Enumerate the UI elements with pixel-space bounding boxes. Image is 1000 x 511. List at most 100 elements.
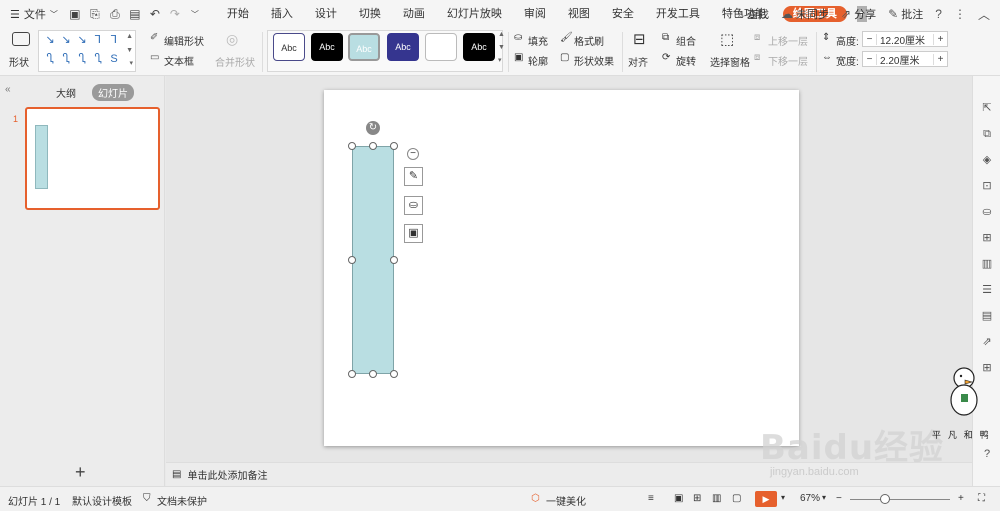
settings-sliders-icon[interactable]: ☰ (979, 282, 995, 298)
print-icon[interactable]: ⎙ (108, 7, 122, 22)
comment-button[interactable]: ✎ 批注 (888, 6, 923, 22)
resize-handle[interactable] (348, 142, 356, 150)
tab-transition[interactable]: 切换 (348, 0, 392, 28)
resize-handle[interactable] (369, 142, 377, 150)
file-menu[interactable]: ☰ 文件 ﹀ (0, 0, 64, 28)
connector-gallery[interactable]: ↘ ↘ ↘ ⅂ ⅂ Ⴂ Ⴂ Ⴂ Ⴂ S ▲ ▼ ▾ (38, 30, 136, 72)
fit-window-icon[interactable]: ⛶ (978, 493, 985, 504)
connector-line-icon[interactable]: ↘ (43, 34, 57, 46)
play-options-icon[interactable]: ▾ (781, 493, 785, 502)
style-swatch-1[interactable]: Abc (273, 33, 305, 61)
height-value[interactable]: 12.20厘米 (877, 32, 933, 47)
help-icon[interactable]: ? (935, 7, 942, 21)
tab-developer[interactable]: 开发工具 (645, 0, 711, 28)
preview-icon[interactable]: ▤ (128, 7, 142, 21)
zoom-out-button[interactable]: − (836, 493, 842, 504)
resize-handle[interactable] (390, 142, 398, 150)
connector-curve-icon[interactable]: Ⴂ (59, 53, 73, 65)
style-scroll-up-icon[interactable]: ▲ (498, 31, 505, 38)
style-swatch-3[interactable]: Abc (348, 33, 380, 61)
tab-start[interactable]: 开始 (216, 0, 260, 28)
help-circle-icon[interactable]: ? (979, 446, 995, 462)
connector-elbow-arrow-icon[interactable]: ⅂ (107, 34, 121, 46)
zoom-options-icon[interactable]: ▾ (822, 493, 826, 502)
style-swatch-5[interactable] (425, 33, 457, 61)
style-swatch-6[interactable]: Abc (463, 33, 495, 61)
height-decrease-button[interactable]: − (863, 33, 877, 45)
style-scroll-down-icon[interactable]: ▼ (498, 44, 505, 51)
width-decrease-button[interactable]: − (863, 53, 877, 65)
style-expand-icon[interactable]: ▾ (498, 56, 502, 64)
resize-handle[interactable] (348, 256, 356, 264)
tab-outline[interactable]: 大纲 (50, 84, 82, 101)
pointer-icon[interactable]: ⇱ (979, 100, 995, 116)
width-increase-button[interactable]: + (933, 53, 947, 65)
collapse-panel-icon[interactable]: « (5, 84, 11, 95)
export-icon[interactable]: ⇗ (979, 334, 995, 350)
kebab-icon[interactable]: ⋮ (954, 7, 966, 21)
tab-insert[interactable]: 插入 (260, 0, 304, 28)
width-value[interactable]: 2.20厘米 (877, 52, 933, 67)
reading-view-icon[interactable]: ▥ (712, 493, 721, 504)
connector-double-arrow-icon[interactable]: ↘ (75, 34, 89, 46)
presenter-view-icon[interactable]: ▢ (732, 493, 741, 504)
beautify-button[interactable]: 一键美化 (546, 493, 586, 508)
gallery-expand-icon[interactable]: ▾ (129, 59, 133, 67)
resize-handle[interactable] (369, 370, 377, 378)
resize-handle[interactable] (390, 256, 398, 264)
tab-review[interactable]: 审阅 (513, 0, 557, 28)
save-icon[interactable]: ▣ (68, 7, 82, 21)
connector-arrow-icon[interactable]: ↘ (59, 34, 73, 46)
rotate-handle-icon[interactable]: ↻ (366, 121, 380, 135)
shape-outline-icon[interactable]: ▣ (404, 224, 423, 243)
share-button[interactable]: ⇗ 分享 (841, 6, 876, 22)
style-swatch-2[interactable]: Abc (311, 33, 343, 61)
zoom-slider-track[interactable] (850, 499, 950, 500)
zoom-in-button[interactable]: + (958, 493, 964, 504)
sorter-view-icon[interactable]: ⊞ (693, 493, 701, 504)
crop-icon[interactable]: ⊡ (979, 178, 995, 194)
tab-security[interactable]: 安全 (601, 0, 645, 28)
document-icon[interactable]: ▤ (979, 308, 995, 324)
tab-animation[interactable]: 动画 (392, 0, 436, 28)
grid-icon[interactable]: ⊞ (979, 230, 995, 246)
width-stepper[interactable]: − 2.20厘米 + (862, 51, 948, 67)
add-slide-button[interactable]: + (75, 462, 86, 483)
shapes-icon[interactable]: ◈ (979, 152, 995, 168)
connector-elbow-double-icon[interactable]: Ⴂ (43, 53, 57, 65)
notes-toggle-icon[interactable]: ≡ (648, 493, 654, 504)
height-increase-button[interactable]: + (933, 33, 947, 45)
zoom-slider-handle[interactable] (880, 494, 890, 504)
normal-view-icon[interactable]: ▣ (674, 493, 683, 504)
chart-icon[interactable]: ▥ (979, 256, 995, 272)
tab-view[interactable]: 视图 (557, 0, 601, 28)
export-icon[interactable]: ⎘ (88, 7, 102, 22)
design-template[interactable]: 默认设计模板 (72, 493, 132, 508)
selected-rectangle[interactable] (352, 146, 394, 374)
tab-slideshow[interactable]: 幻灯片放映 (436, 0, 513, 28)
fill-icon[interactable]: ⛀ (979, 204, 995, 220)
collapse-float-toolbar-icon[interactable]: − (407, 148, 419, 160)
line-style-icon[interactable]: ✎ (404, 167, 423, 186)
undo-icon[interactable]: ↶ (148, 7, 162, 21)
shape-button[interactable]: 形状 (6, 28, 36, 76)
connector-curve-double-icon[interactable]: Ⴂ (91, 53, 105, 65)
play-slideshow-button[interactable]: ▶ (755, 491, 777, 507)
gallery-scroll-up-icon[interactable]: ▲ (126, 33, 133, 40)
resize-handle[interactable] (348, 370, 356, 378)
tab-design[interactable]: 设计 (304, 0, 348, 28)
resize-handle[interactable] (390, 370, 398, 378)
protection-status[interactable]: 文档未保护 (157, 493, 207, 508)
redo-icon[interactable]: ↷ (168, 7, 182, 21)
collapse-ribbon-icon[interactable]: ︿ (978, 6, 990, 23)
connector-curve-arrow-icon[interactable]: Ⴂ (75, 53, 89, 65)
more-icon[interactable]: ﹀ (188, 9, 202, 20)
copy-icon[interactable]: ⧉ (979, 126, 995, 142)
sync-button[interactable]: ☁ 未同步 (781, 6, 829, 22)
fill-bucket-icon[interactable]: ⛀ (404, 196, 423, 215)
height-stepper[interactable]: − 12.20厘米 + (862, 31, 948, 47)
zoom-level[interactable]: 67% (800, 493, 820, 504)
style-swatch-4[interactable]: Abc (387, 33, 419, 61)
gallery-scroll-down-icon[interactable]: ▼ (126, 47, 133, 54)
slide-thumbnail[interactable] (25, 107, 160, 210)
